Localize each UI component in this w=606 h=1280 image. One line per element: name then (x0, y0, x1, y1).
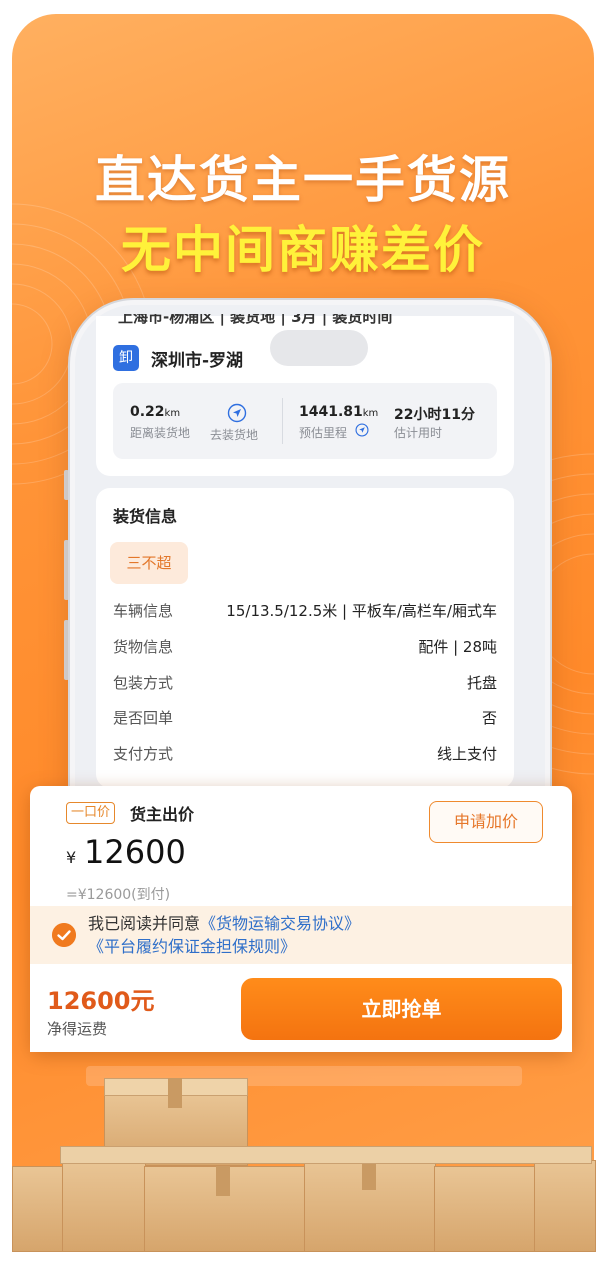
headline-line1: 直达货主一手货源 (95, 151, 511, 209)
sanbuchao-tag: 三不超 (110, 542, 188, 584)
estimated-time-value: 22小时11分 (394, 407, 475, 423)
receipt-label: 是否回单 (113, 709, 174, 727)
phone-side-button (64, 540, 69, 600)
estimated-time-label: 估计用时 (394, 426, 443, 440)
agreement-prefix: 我已阅读并同意 (88, 914, 201, 933)
distance-to-load-label: 距离装货地 (130, 426, 191, 440)
navigation-icon[interactable] (227, 403, 247, 423)
packaging-value: 托盘 (466, 674, 497, 692)
cargo-info-label: 货物信息 (113, 638, 174, 656)
currency-symbol: ¥ (66, 848, 77, 867)
navigation-icon[interactable] (355, 423, 369, 437)
destination-text: 深圳市-罗湖 (151, 351, 244, 371)
fixed-price-tag: 一口价 (66, 802, 116, 824)
request-price-increase-button[interactable]: 申请加价 (429, 801, 543, 843)
dynamic-island (270, 330, 368, 366)
cargo-info-value: 配件 | 28吨 (418, 638, 497, 656)
loading-info-title: 装货信息 (113, 507, 178, 526)
go-to-load-label[interactable]: 去装货地 (210, 426, 258, 443)
estimated-mileage-label: 预估里程 (299, 426, 348, 440)
net-freight-amount: 12600元 (47, 987, 155, 1015)
price-sub-text: =¥12600(到付) (66, 887, 171, 903)
deposit-rules-link[interactable]: 《平台履约保证金担保规则》 (88, 937, 296, 956)
distance-to-load-value: 0.22km (130, 404, 181, 420)
payment-method-value: 线上支付 (436, 745, 497, 763)
unload-badge: 卸 (113, 345, 139, 371)
shipper-price-label: 货主出价 (130, 805, 195, 824)
estimated-mileage-value: 1441.81km (299, 404, 379, 420)
checkbox-checked-icon[interactable] (52, 923, 76, 947)
grab-order-button[interactable]: 立即抢单 (241, 978, 562, 1040)
receipt-value: 否 (481, 709, 497, 727)
headline-line2: 无中间商赚差价 (121, 221, 485, 279)
payment-method-label: 支付方式 (113, 745, 174, 763)
stats-divider (282, 398, 283, 444)
vehicle-info-label: 车辆信息 (113, 602, 174, 620)
transport-agreement-link[interactable]: 《货物运输交易协议》 (200, 914, 360, 933)
vehicle-info-value: 15/13.5/12.5米 | 平板车/高栏车/厢式车 (226, 602, 497, 620)
phone-side-button (64, 620, 69, 680)
net-freight-label: 净得运费 (47, 1020, 108, 1038)
agreement-text: 我已阅读并同意《货物运输交易协议》《平台履约保证金担保规则》 (88, 912, 558, 958)
phone-side-button (64, 470, 69, 500)
packaging-label: 包装方式 (113, 674, 174, 692)
price-amount: 12600 (84, 833, 186, 871)
